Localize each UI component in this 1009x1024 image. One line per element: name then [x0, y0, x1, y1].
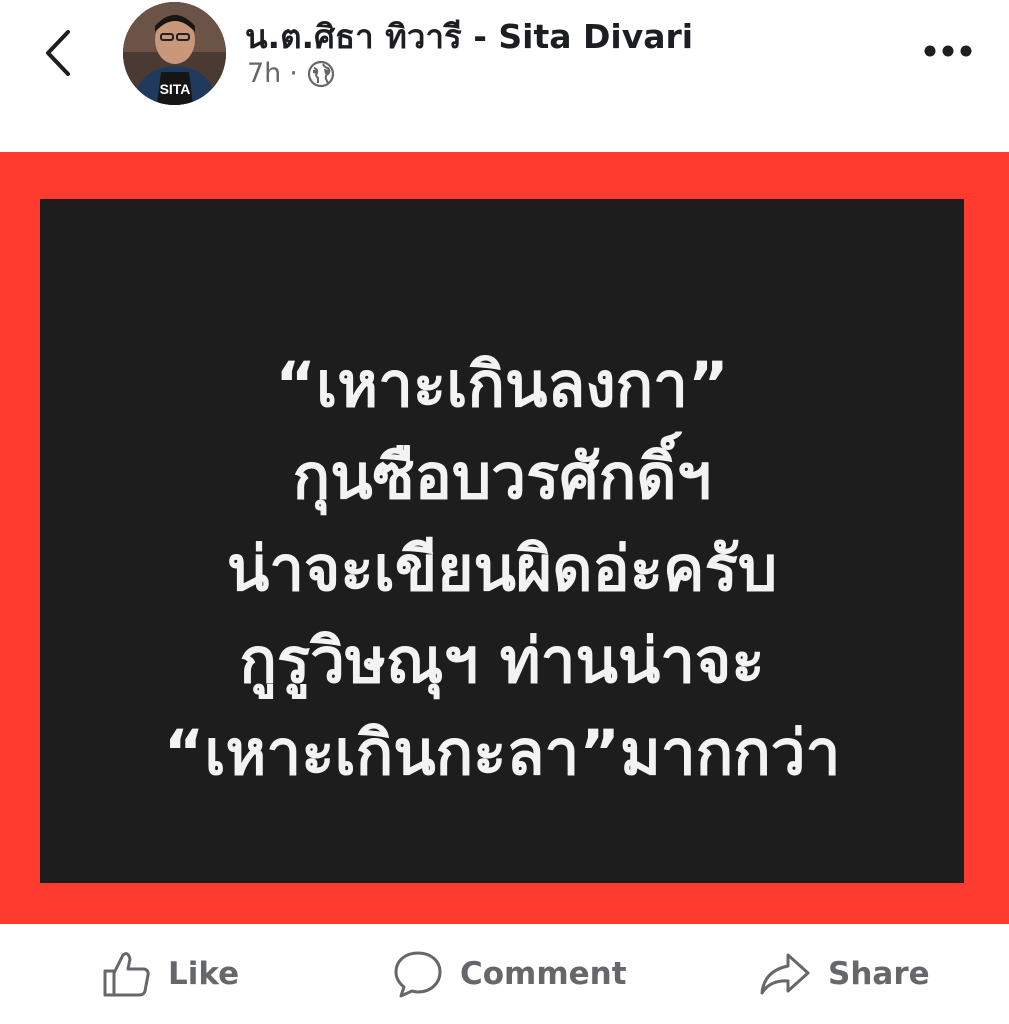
comment-icon [394, 951, 442, 998]
post-text-line: น่าจะเขียนผิดอ่ะครับ [226, 532, 778, 605]
post-action-bar: Like Comment Share [0, 930, 1009, 1024]
globe-icon [307, 60, 334, 87]
post-image[interactable]: “เหาะเกินลงกา” กุนซือบวรศักดิ์ฯ น่าจะเขี… [0, 152, 1009, 924]
post-meta: 7h · [247, 58, 336, 89]
avatar[interactable]: SITA [123, 2, 226, 105]
post-image-panel: “เหาะเกินลงกา” กุนซือบวรศักดิ์ฯ น่าจะเขี… [40, 199, 964, 883]
post-header: SITA น.ต.ศิธา ทิวารี - Sita Divari 7h · [0, 0, 1009, 150]
like-button[interactable]: Like [100, 944, 239, 1004]
post-text-line: กูรูวิษณุฯ ท่านน่าจะ [239, 624, 765, 697]
chevron-left-icon [46, 30, 70, 76]
post-image-text: “เหาะเกินลงกา” กุนซือบวรศักดิ์ฯ น่าจะเขี… [40, 339, 964, 799]
post-text-line: “เหาะเกินลงกา” [275, 348, 729, 421]
profile-photo: SITA [123, 2, 226, 105]
share-button[interactable]: Share [758, 944, 930, 1004]
like-label: Like [168, 956, 240, 992]
share-arrow-icon [760, 953, 810, 995]
post-text-line: กุนซือบวรศักดิ์ฯ [292, 440, 712, 513]
meta-separator: · [289, 58, 298, 89]
post-text-line: “เหาะเกินกะลา”มากกว่า [163, 716, 841, 789]
comment-label: Comment [460, 956, 627, 992]
share-label: Share [828, 956, 930, 992]
more-options-button[interactable] [922, 36, 974, 66]
thumbs-up-icon [103, 952, 150, 997]
more-horizontal-icon [924, 45, 972, 57]
post-time[interactable]: 7h [247, 58, 281, 89]
svg-text:SITA: SITA [160, 81, 191, 97]
back-button[interactable] [40, 28, 80, 78]
comment-button[interactable]: Comment [392, 944, 627, 1004]
author-name[interactable]: น.ต.ศิธา ทิวารี - Sita Divari [245, 10, 693, 63]
